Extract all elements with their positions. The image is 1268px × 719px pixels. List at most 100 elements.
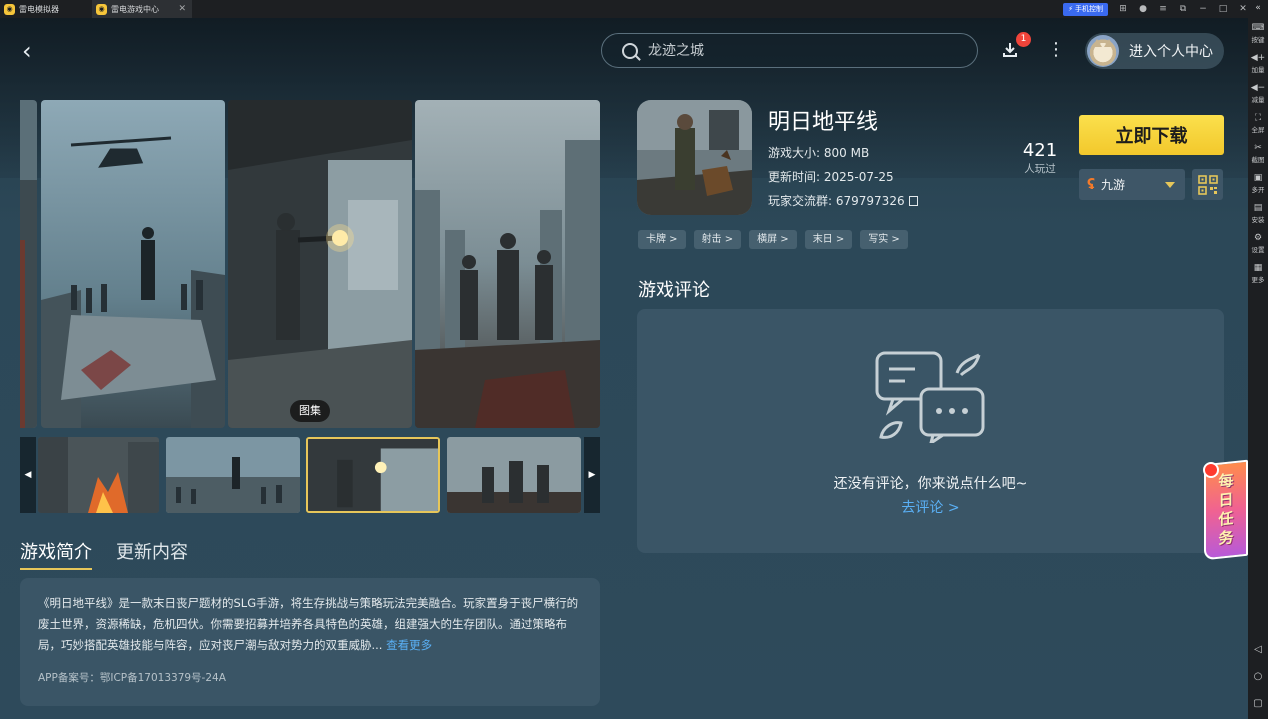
- comments-title: 游戏评论: [638, 280, 710, 301]
- search-icon: [622, 42, 638, 59]
- thumb-prev-button[interactable]: ◀: [20, 437, 36, 513]
- daily-task-char: 每: [1218, 471, 1234, 491]
- maximize-icon[interactable]: □: [1218, 4, 1228, 14]
- avatar: [1087, 35, 1119, 67]
- thumbnail[interactable]: [166, 437, 300, 513]
- close-window-icon[interactable]: ✕: [1238, 4, 1248, 14]
- multi-instance-icon: ▣: [1253, 173, 1263, 183]
- nav-back-icon[interactable]: ◁: [1254, 644, 1262, 655]
- sidebar-item-fullscreen[interactable]: ⛶ 全屏: [1252, 112, 1265, 134]
- phone-control-label: 手机控制: [1075, 5, 1103, 13]
- thumbnail[interactable]: [38, 437, 159, 513]
- update-time-label: 更新时间:: [768, 170, 821, 184]
- sidebar-collapse[interactable]: «: [1255, 2, 1261, 14]
- tag-card[interactable]: 卡牌 >: [638, 230, 686, 249]
- sidebar-label: 更多: [1251, 276, 1265, 284]
- sidebar-label: 多开: [1251, 186, 1265, 194]
- player-group-label: 玩家交流群:: [768, 194, 833, 208]
- game-detail-page: ‹ 1 ⋮ 进入个人中心: [0, 18, 1248, 719]
- view-more-link[interactable]: 查看更多: [386, 638, 432, 652]
- daily-task-char: 任: [1218, 509, 1234, 529]
- sidebar-label: 截图: [1251, 156, 1265, 164]
- avatar-mini-icon[interactable]: ●: [1138, 4, 1148, 14]
- tag-realistic[interactable]: 写实 >: [860, 230, 908, 249]
- sidebar-item-install[interactable]: ▤ 安装: [1252, 202, 1265, 224]
- sidebar-label: 减量: [1251, 96, 1265, 104]
- restore-icon[interactable]: ⧉: [1178, 4, 1188, 14]
- players-count-label: 人玩过: [1024, 163, 1056, 175]
- volume-up-icon: ◀+: [1250, 53, 1266, 63]
- channel-select[interactable]: ʢ 九游: [1079, 169, 1185, 200]
- chat-bubbles-icon: [875, 351, 985, 443]
- caret-down-icon: [1165, 182, 1175, 188]
- daily-task-char: 务: [1218, 528, 1234, 548]
- thumbnail-active[interactable]: [306, 437, 440, 513]
- tag-apocalypse[interactable]: 末日 >: [804, 230, 853, 249]
- daily-task-char: 日: [1218, 490, 1234, 510]
- gear-icon: ⚙: [1253, 233, 1263, 243]
- phone-control-button[interactable]: ⚡ 手机控制: [1063, 2, 1108, 16]
- game-icon: [637, 100, 752, 215]
- keyboard-icon: ⌨: [1251, 23, 1265, 33]
- user-center-button[interactable]: 进入个人中心: [1085, 33, 1224, 69]
- sidebar-item-keys[interactable]: ⌨ 按键: [1252, 22, 1265, 44]
- thumb-next-button[interactable]: ▶: [584, 437, 600, 513]
- tag-shooter[interactable]: 射击 >: [693, 230, 742, 249]
- gallery-image: [41, 100, 225, 428]
- tab-emulator[interactable]: ◉ 雷电模拟器: [0, 0, 92, 18]
- screenshot-gallery[interactable]: [20, 100, 600, 428]
- gamepad-icon[interactable]: ⊞: [1118, 4, 1128, 14]
- triangle-left-icon: ◀: [24, 470, 32, 480]
- minimize-icon[interactable]: −: [1198, 4, 1208, 14]
- sidebar-item-multi[interactable]: ▣ 多开: [1252, 172, 1265, 194]
- comments-panel: 还没有评论，你来说点什么吧~ 去评论 >: [637, 309, 1224, 553]
- scissors-icon: ✂: [1254, 143, 1262, 153]
- sidebar-item-screenshot[interactable]: ✂ 截图: [1252, 142, 1265, 164]
- gallery-image: [20, 100, 37, 428]
- tab-updates[interactable]: 更新内容: [116, 538, 188, 570]
- nav-home-icon[interactable]: ○: [1254, 671, 1263, 682]
- thumbnail-strip: ◀ ▶: [20, 437, 600, 513]
- player-group: 玩家交流群: 679797326: [768, 192, 918, 209]
- titlebar-controls: ⚡ 手机控制 ⊞ ● ≡ ⧉ − □ ✕: [1063, 0, 1248, 18]
- game-tags: 卡牌 > 射击 > 横屏 > 末日 > 写实 >: [638, 230, 908, 249]
- players-count-value: 421: [1022, 140, 1058, 161]
- game-title: 明日地平线: [768, 110, 879, 135]
- thumbnail[interactable]: [447, 437, 581, 513]
- intro-panel: 《明日地平线》是一款末日丧尸题材的SLG手游，将生存挑战与策略玩法完美融合。玩家…: [20, 578, 600, 706]
- back-button[interactable]: ‹: [22, 38, 44, 64]
- tab-game-center[interactable]: ◉ 雷电游戏中心 ✕: [92, 0, 192, 18]
- search-input[interactable]: [648, 42, 948, 59]
- sidebar-item-volume-up[interactable]: ◀+ 加量: [1251, 52, 1265, 74]
- detail-tabs: 游戏简介 更新内容: [20, 538, 188, 570]
- sidebar-item-volume-down[interactable]: ◀− 减量: [1251, 82, 1265, 104]
- lightning-icon: ⚡: [1068, 5, 1073, 13]
- icp-record: APP备案号：鄂ICP备17013379号-24A: [38, 672, 226, 684]
- qr-code-button[interactable]: [1192, 169, 1223, 200]
- more-icon: ▦: [1253, 263, 1263, 273]
- tab-intro[interactable]: 游戏简介: [20, 538, 92, 570]
- sidebar-item-more[interactable]: ▦ 更多: [1252, 262, 1265, 284]
- menu-icon[interactable]: ≡: [1158, 4, 1168, 14]
- more-options-icon[interactable]: ⋮: [1047, 40, 1065, 60]
- tab-emulator-label: 雷电模拟器: [19, 4, 59, 14]
- tag-landscape[interactable]: 横屏 >: [749, 230, 797, 249]
- update-time: 更新时间: 2025-07-25: [768, 168, 894, 185]
- channel-name: 九游: [1101, 178, 1126, 192]
- sidebar-label: 加量: [1251, 66, 1265, 74]
- android-nav: ◁ ○ ▢: [1253, 644, 1262, 709]
- empty-comments-text: 还没有评论，你来说点什么吧~: [833, 476, 1028, 492]
- double-chevron-icon: «: [1255, 3, 1261, 13]
- gallery-tag[interactable]: 图集: [290, 400, 330, 422]
- notification-dot: [1203, 462, 1219, 478]
- sidebar-item-settings[interactable]: ⚙ 设置: [1252, 232, 1265, 254]
- jiuyou-logo-icon: ʢ: [1087, 176, 1096, 193]
- gallery-image: [415, 100, 600, 428]
- go-comment-link[interactable]: 去评论 >: [637, 497, 1224, 517]
- copy-icon[interactable]: [908, 196, 918, 206]
- players-count: 421 人玩过: [1020, 140, 1060, 176]
- download-button[interactable]: 立即下载: [1079, 115, 1224, 155]
- close-tab-icon[interactable]: ✕: [178, 4, 186, 14]
- nav-recent-icon[interactable]: ▢: [1253, 698, 1262, 709]
- search-box[interactable]: [601, 33, 978, 68]
